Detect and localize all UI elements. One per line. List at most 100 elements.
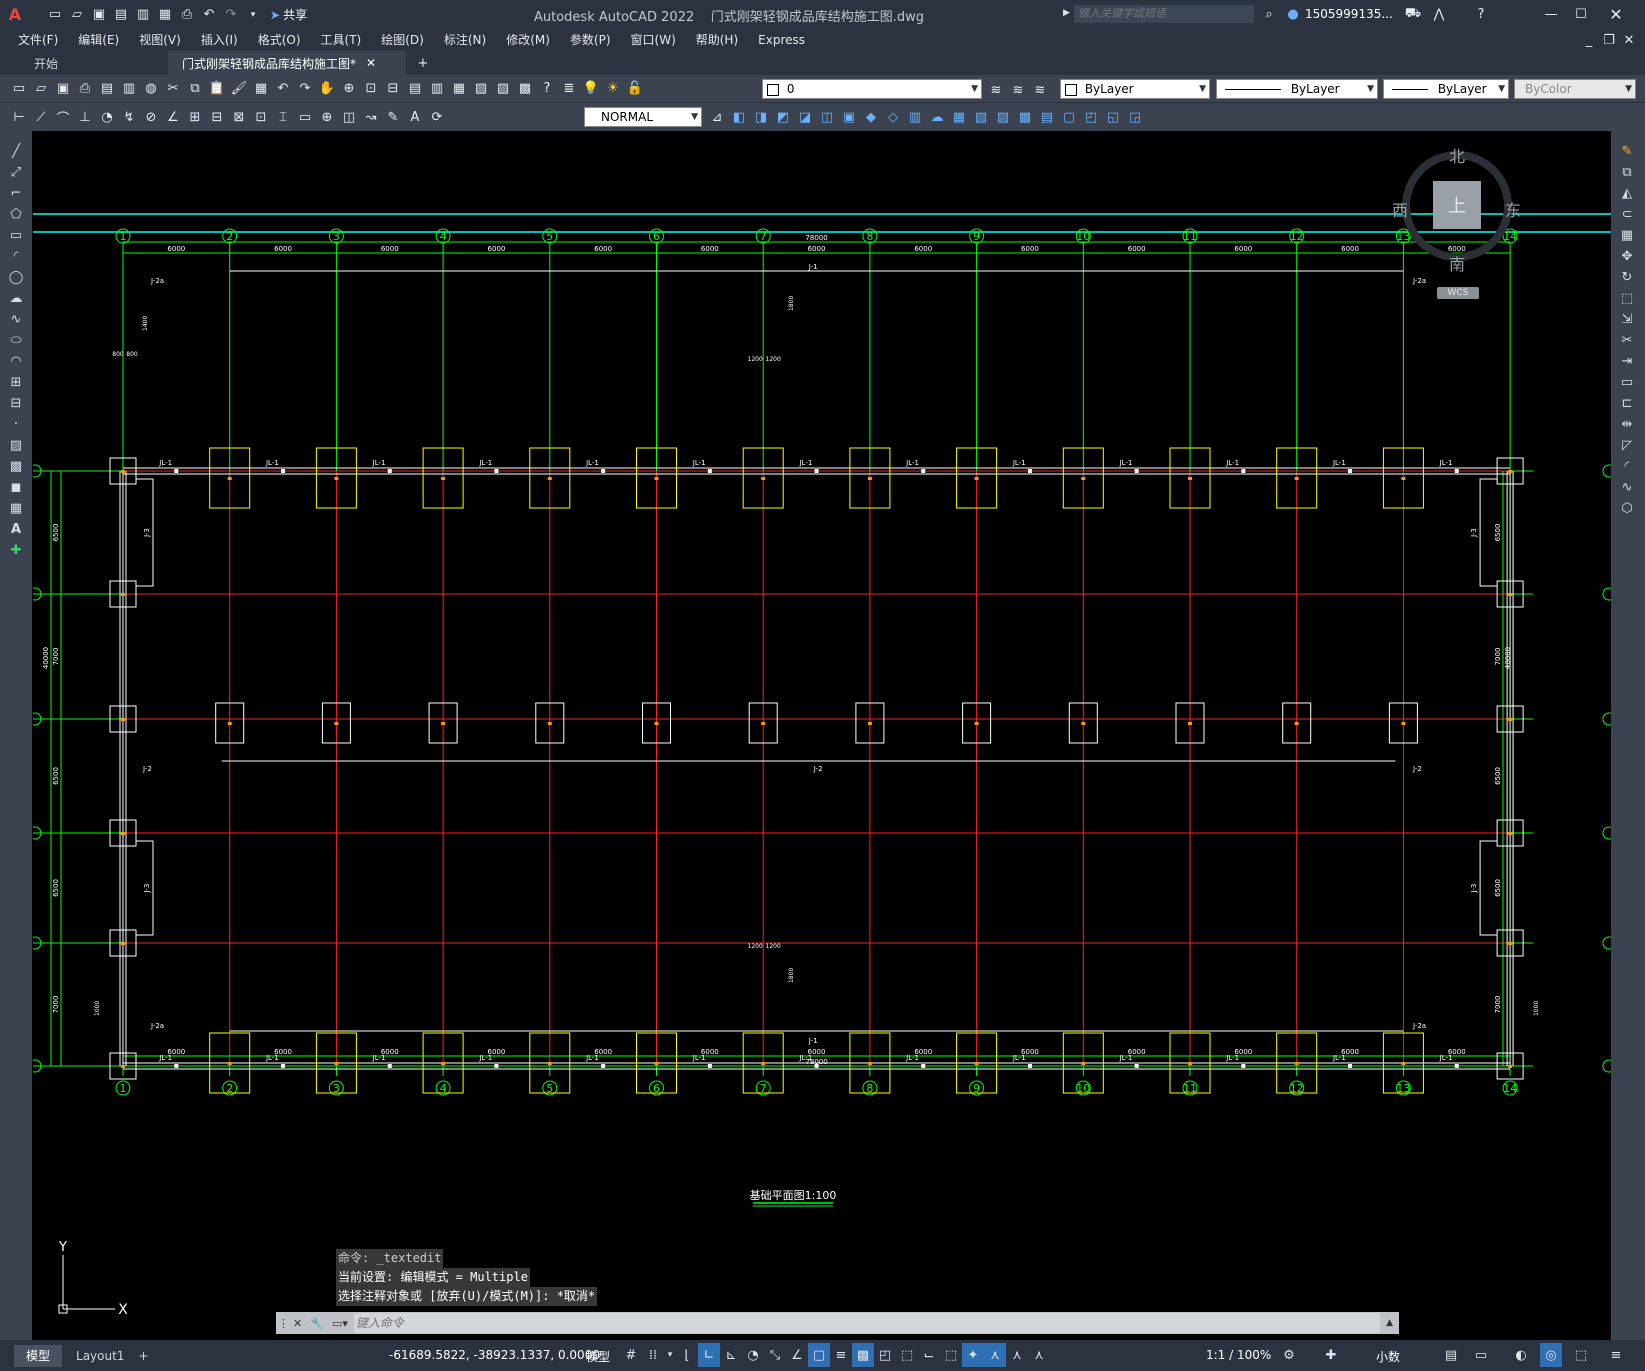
menu-insert[interactable]: 插入(I) (191, 29, 248, 51)
chamfer-icon[interactable]: ◸ (1611, 435, 1643, 456)
customize-status-icon[interactable]: ≡ (1605, 1343, 1627, 1367)
viewcube-east[interactable]: 东 (1505, 197, 1521, 221)
workspace-gear-icon[interactable]: ⚙ (1278, 1343, 1300, 1367)
mirror-icon[interactable]: ◭ (1611, 183, 1643, 204)
snap-icon[interactable]: ⁞⁞ (642, 1343, 664, 1367)
line-icon[interactable]: ╱ (0, 141, 32, 162)
zoom-previous-icon[interactable]: ⊟ (382, 78, 404, 100)
print-icon[interactable]: ⎙ (176, 4, 198, 26)
linetype-combo[interactable]: ByLayer ▼ (1216, 79, 1378, 99)
block-icon[interactable]: ◧ (728, 106, 750, 128)
layer-lock-icon[interactable]: 🔓 (624, 78, 646, 100)
zoom-window-icon[interactable]: ⊡ (360, 78, 382, 100)
region-draw-icon[interactable]: ◼ (0, 477, 32, 498)
tab-drawing[interactable]: 门式刚架轻钢成品库结构施工图* ✕ (168, 51, 406, 75)
menu-window[interactable]: 窗口(W) (621, 29, 686, 51)
menu-express[interactable]: Express (748, 29, 815, 51)
grid-icon[interactable]: # (620, 1343, 642, 1367)
stretch-icon[interactable]: ⇲ (1611, 309, 1643, 330)
save-as-icon[interactable]: ▤ (110, 4, 132, 26)
circle-icon[interactable]: ◯ (0, 267, 32, 288)
dim-aligned-icon[interactable]: ⟋ (30, 106, 52, 128)
make-block-icon[interactable]: ⊟ (0, 393, 32, 414)
annotation-visibility-icon[interactable]: ⋏ (984, 1343, 1006, 1367)
break-point-icon[interactable]: ▭ (1611, 372, 1643, 393)
rectangle-icon[interactable]: ▭ (0, 225, 32, 246)
join-icon[interactable]: ⇹ (1611, 414, 1643, 435)
ellipse-arc-icon[interactable]: ◠ (0, 351, 32, 372)
dim-linear-icon[interactable]: ⊢ (8, 106, 30, 128)
infer-constraints-icon[interactable]: ⌊ (676, 1343, 698, 1367)
offset-icon[interactable]: ⊂ (1611, 204, 1643, 225)
command-expand-icon[interactable]: ▲ (1386, 1318, 1393, 1328)
tab-layout1[interactable]: Layout1 (62, 1345, 138, 1367)
save-tb-icon[interactable]: ▣ (52, 78, 74, 100)
array-icon[interactable]: ▦ (1611, 225, 1643, 246)
search-input[interactable] (1074, 5, 1254, 23)
dim-space-icon[interactable]: ⊡ (250, 106, 272, 128)
menu-help[interactable]: 帮助(H) (686, 29, 748, 51)
menu-parametric[interactable]: 参数(P) (560, 29, 621, 51)
hatch-draw-icon[interactable]: ▨ (0, 435, 32, 456)
lineweight-combo[interactable]: ByLayer ▼ (1383, 79, 1509, 99)
viewcube-south[interactable]: 南 (1449, 251, 1465, 275)
viewcube-west[interactable]: 西 (1392, 197, 1408, 221)
snap-dropdown-icon[interactable]: ▾ (664, 1343, 676, 1367)
toolpalette-icon[interactable]: ▦ (448, 78, 470, 100)
extend-icon[interactable]: ⇥ (1611, 351, 1643, 372)
isodraft-icon[interactable]: ◔ (742, 1343, 764, 1367)
textstyle-combo[interactable]: NORMAL ▼ (584, 107, 702, 127)
dim-ordinate-icon[interactable]: ⊥ (74, 106, 96, 128)
doc-restore-icon[interactable]: ❐ (1598, 29, 1620, 51)
tolerance-icon[interactable]: ▭ (294, 106, 316, 128)
clean-screen-icon[interactable]: ⬚ (1570, 1343, 1592, 1367)
layer-freeze-icon[interactable]: ☀ (602, 78, 624, 100)
new-tab-icon[interactable]: + (412, 52, 434, 74)
dimstyle-icon[interactable]: ⊿ (706, 106, 728, 128)
wipeout-icon[interactable]: ▥ (904, 106, 926, 128)
viewcube-top-face[interactable]: 上 (1433, 181, 1481, 229)
undo-icon[interactable]: ↶ (198, 4, 220, 26)
cart-icon[interactable]: ⛟ (1402, 3, 1424, 25)
hatch-icon[interactable]: ▨ (992, 106, 1014, 128)
gradient-draw-icon[interactable]: ▩ (0, 456, 32, 477)
new-layout-icon[interactable]: + (138, 1349, 148, 1363)
doc-close-icon[interactable]: ✕ (1618, 29, 1640, 51)
maximize-icon[interactable]: ☐ (1570, 3, 1592, 25)
break-icon[interactable]: ⊏ (1611, 393, 1643, 414)
plot-icon[interactable]: ⎙ (74, 78, 96, 100)
table-tb-icon[interactable]: ▤ (1036, 106, 1058, 128)
dim-edit-icon[interactable]: ✎ (382, 106, 404, 128)
redo-tb-icon[interactable]: ↷ (294, 78, 316, 100)
lock-ui-icon[interactable]: ▭ (1470, 1343, 1492, 1367)
explode-icon[interactable]: ⬡ (1611, 498, 1643, 519)
matchprop-icon[interactable]: 🖌 (228, 78, 250, 100)
close-icon[interactable]: ✕ (1605, 3, 1627, 25)
osnap-icon[interactable]: ∠ (786, 1343, 808, 1367)
customize-dropdown-icon[interactable]: ▾ (242, 4, 264, 26)
layer-manager-icon[interactable]: ≣ (558, 78, 580, 100)
color-combo[interactable]: ByLayer ▼ (1060, 79, 1210, 99)
lineweight-icon[interactable]: ≡ (830, 1343, 852, 1367)
tab-close-icon[interactable]: ✕ (366, 56, 376, 70)
layer-on-icon[interactable]: 💡 (580, 78, 602, 100)
menu-file[interactable]: 文件(F) (8, 29, 68, 51)
center-mark-icon[interactable]: ⊕ (316, 106, 338, 128)
osnap-tracking-icon[interactable]: ⤡ (764, 1343, 786, 1367)
gradient-icon[interactable]: ▩ (1014, 106, 1036, 128)
dim-break-icon[interactable]: ⌶ (272, 106, 294, 128)
trim-icon[interactable]: ✂ (1611, 330, 1643, 351)
menu-format[interactable]: 格式(O) (248, 29, 311, 51)
command-grip-icon[interactable]: ⋮ (278, 1317, 289, 1330)
layer-match-icon[interactable]: ≋ (1007, 79, 1029, 101)
gizmo-icon[interactable]: ✦ (962, 1343, 984, 1367)
auto-scale-icon[interactable]: ⋏ (1006, 1343, 1028, 1367)
add-selected-icon[interactable]: ✚ (0, 540, 32, 561)
arc-icon[interactable]: ◜ (0, 246, 32, 267)
hardware-accel-icon[interactable]: ◎ (1540, 1343, 1562, 1367)
blend-icon[interactable]: ∿ (1611, 477, 1643, 498)
minimize-icon[interactable]: — (1540, 3, 1562, 25)
selection-filter-icon[interactable]: ⬚ (940, 1343, 962, 1367)
quick-properties-icon[interactable]: ▤ (1440, 1343, 1462, 1367)
zoom-realtime-icon[interactable]: ⊕ (338, 78, 360, 100)
